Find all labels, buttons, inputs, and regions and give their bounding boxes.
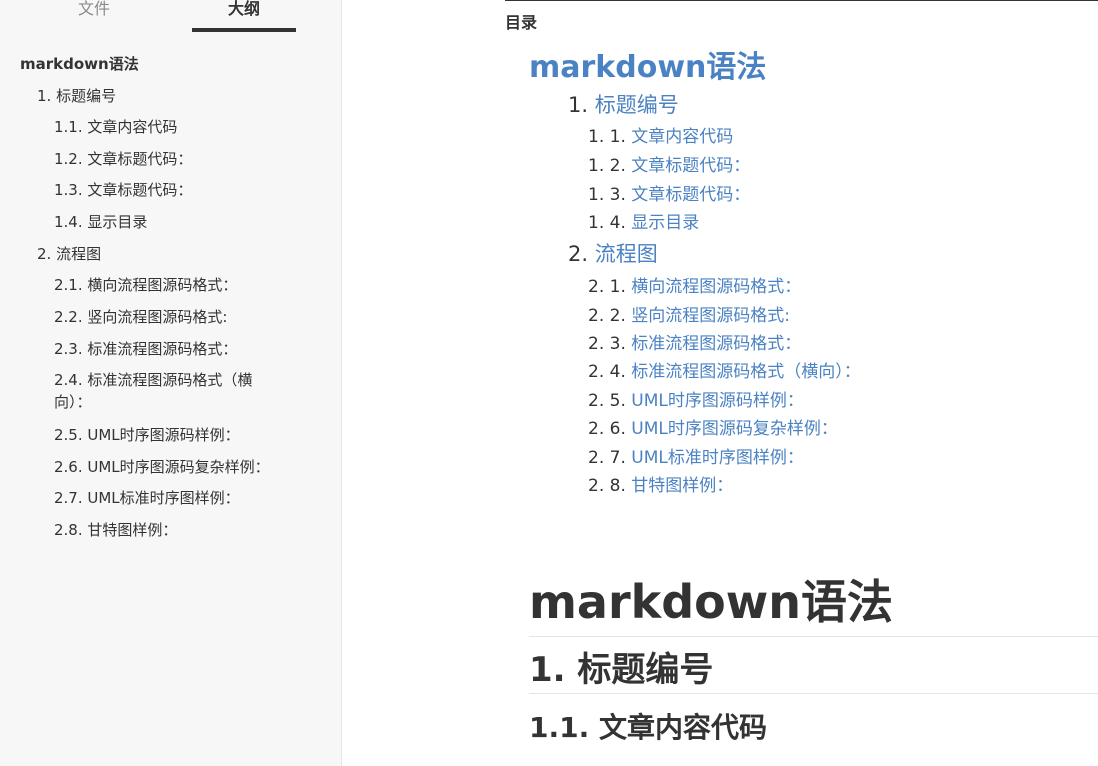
toc-item-link[interactable]: 显示目录 — [631, 213, 699, 233]
heading-2: 1. 标题编号 — [529, 642, 1098, 694]
toc-item[interactable]: 2. 流程图 — [568, 238, 658, 268]
toc-item-number: 2. 8. — [588, 476, 626, 496]
outline-item[interactable]: 2.8. 甘特图样例： — [54, 519, 177, 541]
sidebar-tabs: 文件 大纲 — [0, 0, 342, 34]
outline-item[interactable]: markdown语法 — [20, 53, 139, 75]
tab-files[interactable]: 文件 — [42, 0, 146, 32]
toc-item-number: 2. 2. — [588, 306, 626, 326]
toc-item[interactable]: 1. 3. 文章标题代码： — [588, 180, 750, 205]
outline-item[interactable]: 1. 标题编号 — [37, 85, 116, 107]
toc-item-link[interactable]: 流程图 — [595, 242, 658, 266]
divider — [505, 0, 1098, 1]
heading-1: markdown语法 — [529, 566, 1098, 637]
outline-item[interactable]: 2.2. 竖向流程图源码格式: — [54, 306, 227, 328]
toc-item[interactable]: 1. 标题编号 — [568, 89, 679, 119]
outline-item[interactable]: 1.2. 文章标题代码： — [54, 148, 192, 170]
sidebar: 文件 大纲 markdown语法 1. 标题编号 1.1. 文章内容代码 1.2. 文… — [0, 0, 342, 766]
outline-item[interactable]: 1.1. 文章内容代码 — [54, 116, 177, 138]
outline-item[interactable]: 2.5. UML时序图源码样例： — [54, 424, 240, 446]
toc-item[interactable]: 2. 5. UML时序图源码样例： — [588, 386, 804, 411]
outline-item[interactable]: 1.4. 显示目录 — [54, 211, 147, 233]
toc-item[interactable]: 1. 1. 文章内容代码 — [588, 122, 733, 147]
toc-item-number: 1. 1. — [588, 127, 626, 147]
toc-item[interactable]: 2. 2. 竖向流程图源码格式: — [588, 301, 790, 326]
toc-item-link[interactable]: 横向流程图源码格式： — [631, 277, 801, 297]
toc-item-number: 1. 2. — [588, 156, 626, 176]
toc-item-link[interactable]: 甘特图样例： — [631, 476, 733, 496]
tab-outline[interactable]: 大纲 — [192, 0, 296, 32]
outline-item[interactable]: 1.3. 文章标题代码： — [54, 179, 192, 201]
toc-item[interactable]: 2. 3. 标准流程图源码格式： — [588, 329, 801, 354]
toc-item-number: 2. 5. — [588, 391, 626, 411]
toc-item-link[interactable]: 标准流程图源码格式（横向）： — [631, 362, 861, 382]
toc-item-number: 1. — [568, 93, 589, 117]
toc-item-number: 1. 4. — [588, 213, 626, 233]
outline-item[interactable]: 2. 流程图 — [37, 243, 101, 265]
toc-item-number: 2. 7. — [588, 448, 626, 468]
toc-item-link[interactable]: UML时序图源码样例： — [631, 391, 804, 411]
toc-item[interactable]: 2. 8. 甘特图样例： — [588, 471, 733, 496]
outline-item[interactable]: 2.6. UML时序图源码复杂样例： — [54, 456, 270, 478]
toc-link-title[interactable]: markdown语法 — [529, 42, 766, 86]
outline-item[interactable]: 2.7. UML标准时序图样例： — [54, 487, 240, 509]
toc-item-number: 2. 4. — [588, 362, 626, 382]
toc-item-number: 2. 1. — [588, 277, 626, 297]
toc-item[interactable]: 2. 1. 横向流程图源码格式： — [588, 272, 801, 297]
toc-item-link[interactable]: UML时序图源码复杂样例： — [631, 419, 838, 439]
toc-item-link[interactable]: UML标准时序图样例： — [631, 448, 804, 468]
toc-item-link[interactable]: 文章标题代码： — [631, 185, 750, 205]
document-area: 目录 markdown语法 1. 标题编号 1. 1. 文章内容代码 1. 2. 文… — [343, 0, 1098, 766]
outline-item[interactable]: 2.3. 标准流程图源码格式： — [54, 338, 237, 360]
toc-item-number: 1. 3. — [588, 185, 626, 205]
toc-item[interactable]: 2. 4. 标准流程图源码格式（横向）： — [588, 357, 861, 382]
toc-item[interactable]: 2. 7. UML标准时序图样例： — [588, 443, 804, 468]
toc-item-link[interactable]: 文章内容代码 — [631, 127, 733, 147]
toc-item[interactable]: 2. 6. UML时序图源码复杂样例： — [588, 414, 838, 439]
heading-3: 1.1. 文章内容代码 — [529, 711, 767, 744]
toc-item-number: 2. — [568, 242, 589, 266]
toc-item-link[interactable]: 标准流程图源码格式： — [631, 334, 801, 354]
outline-item[interactable]: 2.4. 标准流程图源码格式（横向）： — [54, 369, 284, 413]
outline-item[interactable]: 2.1. 横向流程图源码格式： — [54, 274, 237, 296]
toc-item[interactable]: 1. 4. 显示目录 — [588, 208, 699, 233]
toc-item-link[interactable]: 文章标题代码： — [631, 156, 750, 176]
toc-item[interactable]: 1. 2. 文章标题代码： — [588, 151, 750, 176]
toc-item-number: 2. 3. — [588, 334, 626, 354]
toc-item-link[interactable]: 竖向流程图源码格式: — [631, 306, 790, 326]
toc-item-number: 2. 6. — [588, 419, 626, 439]
toc-label: 目录 — [505, 13, 538, 32]
toc-item-link[interactable]: 标题编号 — [595, 93, 679, 117]
